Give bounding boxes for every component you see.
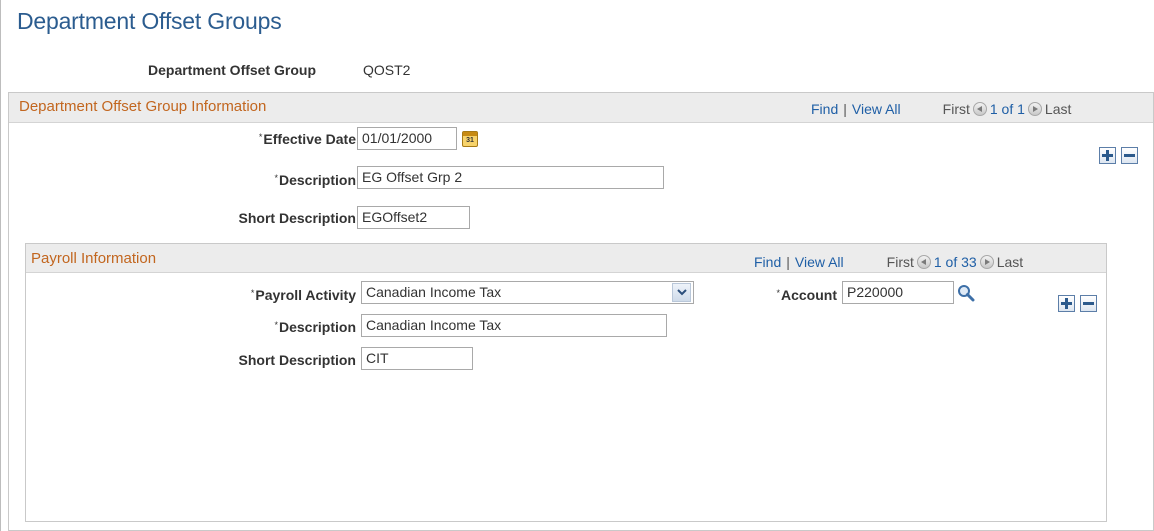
find-link[interactable]: Find — [754, 254, 781, 270]
plus-icon — [1102, 150, 1113, 161]
description-input[interactable]: EG Offset Grp 2 — [357, 166, 664, 189]
next-arrow-icon[interactable] — [1027, 102, 1042, 116]
payroll-activity-label: *Payroll Activity — [251, 287, 356, 303]
required-mark: * — [274, 173, 278, 183]
group-info-title: Department Offset Group Information — [19, 98, 267, 115]
required-mark: * — [274, 320, 278, 330]
payroll-description-input[interactable]: Canadian Income Tax — [361, 314, 667, 337]
delete-row-button[interactable] — [1121, 147, 1138, 164]
required-mark: * — [250, 288, 255, 298]
nav-separator: | — [843, 101, 847, 117]
delete-row-button[interactable] — [1080, 295, 1097, 312]
view-all-link[interactable]: View All — [795, 254, 844, 270]
add-row-button[interactable] — [1099, 147, 1116, 164]
payroll-short-description-input[interactable]: CIT — [361, 347, 473, 370]
required-mark: * — [776, 288, 780, 298]
previous-arrow-icon[interactable] — [972, 102, 987, 116]
group-value: QOST2 — [363, 62, 411, 78]
next-arrow-icon[interactable] — [979, 255, 994, 269]
account-label-text: Account — [781, 287, 837, 303]
row-range: 1 of 1 — [989, 101, 1025, 117]
payroll-description-label-text: Description — [278, 319, 356, 335]
magnifier-icon[interactable] — [957, 284, 975, 302]
add-row-button[interactable] — [1058, 295, 1075, 312]
plus-icon — [1061, 298, 1072, 309]
group-label: Department Offset Group — [148, 62, 317, 78]
account-label: *Account — [776, 287, 837, 303]
payroll-info-title: Payroll Information — [31, 250, 157, 267]
calendar-icon[interactable]: 31 — [462, 131, 478, 147]
last-label: Last — [996, 254, 1024, 270]
row-range: 1 of 33 — [933, 254, 977, 270]
short-description-label: Short Description — [238, 210, 356, 226]
short-description-input[interactable]: EGOffset2 — [357, 206, 470, 229]
effective-date-label: *Effective Date — [259, 131, 356, 147]
first-label: First — [942, 101, 970, 117]
previous-arrow-icon[interactable] — [916, 255, 931, 269]
view-all-link[interactable]: View All — [852, 101, 901, 117]
find-link[interactable]: Find — [811, 101, 838, 117]
account-input[interactable]: P220000 — [842, 281, 954, 304]
page-title: Department Offset Groups — [17, 8, 282, 34]
nav-separator: | — [786, 254, 790, 270]
group-info-nav: Find | View All First 1 of 1 Last — [811, 101, 1071, 117]
effective-date-label-text: Effective Date — [263, 131, 356, 147]
payroll-activity-value: Canadian Income Tax — [366, 284, 502, 300]
description-label: *Description — [274, 172, 356, 188]
payroll-short-description-label: Short Description — [238, 352, 356, 368]
left-border — [0, 0, 1, 531]
payroll-info-nav: Find | View All First 1 of 33 Last — [754, 254, 1023, 270]
last-label: Last — [1044, 101, 1072, 117]
minus-icon — [1124, 154, 1135, 157]
chevron-down-icon[interactable] — [672, 283, 691, 302]
payroll-activity-select[interactable]: Canadian Income Tax — [361, 281, 694, 304]
first-label: First — [886, 254, 914, 270]
description-label-text: Description — [278, 172, 356, 188]
payroll-activity-label-text: Payroll Activity — [255, 287, 356, 303]
minus-icon — [1083, 302, 1094, 305]
payroll-description-label: *Description — [274, 319, 356, 335]
required-mark: * — [258, 132, 263, 142]
effective-date-input[interactable]: 01/01/2000 — [357, 127, 457, 150]
